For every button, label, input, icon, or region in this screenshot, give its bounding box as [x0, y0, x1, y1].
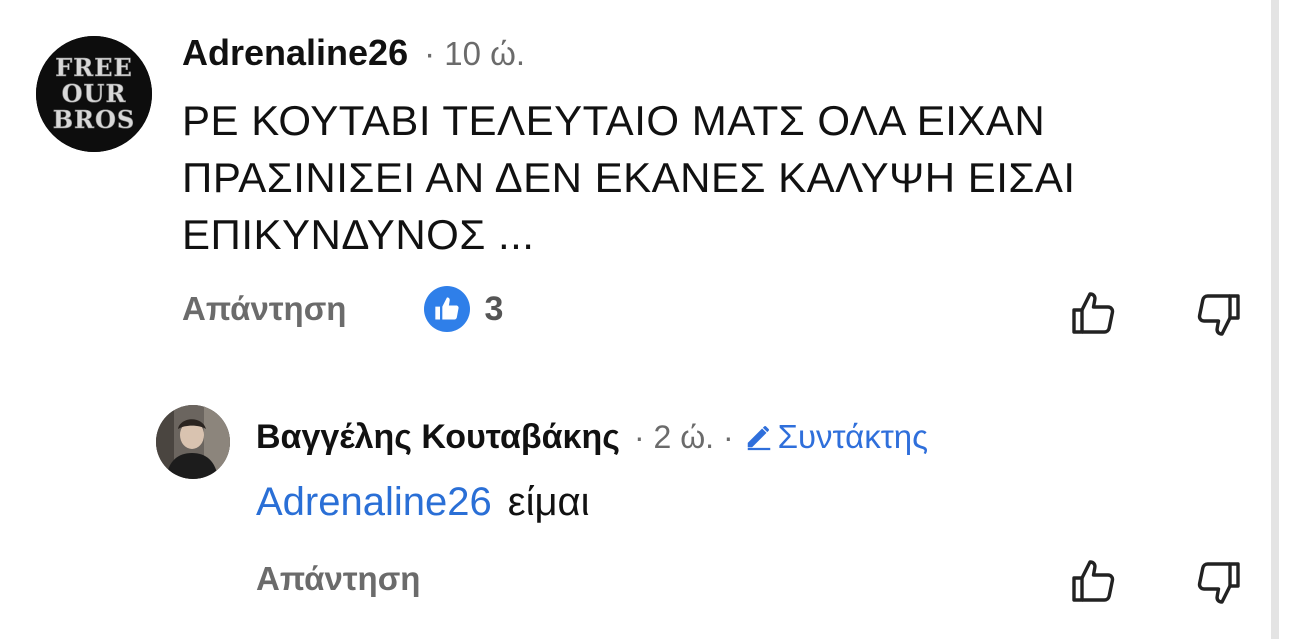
editor-badge: Συντάκτης	[744, 418, 928, 456]
like-summary[interactable]: 3	[424, 286, 503, 332]
comment-header: Adrenaline26 · 10 ώ.	[182, 32, 525, 74]
avatar-line-1: FREE	[55, 53, 133, 82]
scrollbar[interactable]	[1271, 0, 1279, 639]
reply-header: Βαγγέλης Κουταβάκης · 2 ώ. · Συντάκτης	[256, 418, 928, 457]
reply-body: είμαι	[507, 480, 590, 524]
thumbs-up-outline-icon	[1072, 292, 1115, 334]
thumbs-up-filled-icon	[424, 286, 471, 332]
reply-reply-button[interactable]: Απάντηση	[256, 560, 420, 598]
reply-button[interactable]: Απάντηση	[182, 290, 346, 328]
like-count: 3	[484, 289, 504, 328]
comment-text: ΡΕ ΚΟΥΤΑΒΙ ΤΕΛΕΥΤΑΙΟ ΜΑΤΣ ΟΛΑ ΕΙΧΑΝ ΠΡΑΣ…	[182, 97, 1076, 258]
reply-author-name[interactable]: Βαγγέλης Κουταβάκης	[256, 418, 620, 457]
comment-timestamp: · 10 ώ.	[424, 35, 526, 72]
comments-page: FREE OUR BROS Adrenaline26 · 10 ώ. ΡΕ ΚΟ…	[0, 0, 1290, 639]
thumbs-up-outline-icon	[1072, 560, 1115, 602]
commenter-avatar[interactable]: FREE OUR BROS	[36, 36, 152, 152]
reply-timestamp: · 2 ώ. ·	[633, 419, 734, 455]
mention-link[interactable]: Adrenaline26	[256, 480, 492, 524]
downvote-button[interactable]	[1194, 290, 1244, 340]
upvote-button[interactable]	[1068, 288, 1118, 338]
comment-actions: Απάντηση 3	[182, 286, 503, 332]
pencil-icon	[747, 426, 770, 451]
reply-text: Adrenaline26 είμαι	[256, 480, 590, 525]
reply-actions: Απάντηση	[256, 560, 420, 598]
editor-badge-label: Συντάκτης	[777, 418, 928, 455]
reply-author-avatar[interactable]	[156, 405, 230, 479]
avatar-line-3: BROS	[53, 105, 135, 134]
reply-upvote-button[interactable]	[1068, 556, 1118, 606]
reply-downvote-button[interactable]	[1194, 558, 1244, 608]
avatar-line-2: OUR	[62, 79, 127, 108]
thumbs-down-outline-icon	[1197, 562, 1240, 604]
comment-author-name[interactable]: Adrenaline26	[182, 32, 408, 74]
thumbs-down-outline-icon	[1197, 294, 1240, 336]
